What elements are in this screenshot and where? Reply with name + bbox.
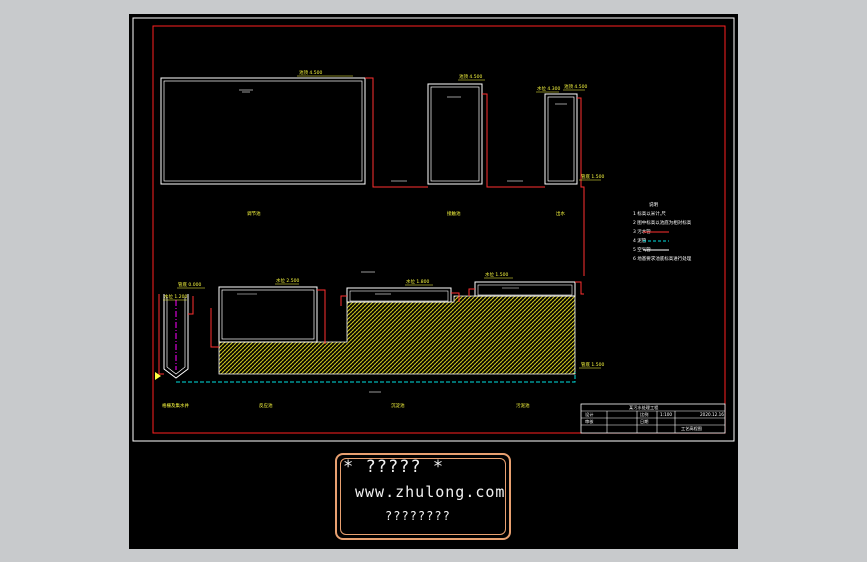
tb-check: 审核 bbox=[585, 418, 594, 425]
upper-name-1: 调节池 bbox=[247, 210, 261, 217]
upper-name-2: 接触池 bbox=[447, 210, 461, 217]
bottom-name-4: 污泥池 bbox=[516, 402, 530, 409]
watermark-url: www.zhulong.com bbox=[355, 483, 506, 501]
legend-item-2: 2 图中标高以池底为相对标高 bbox=[633, 219, 692, 226]
basin2-wl-label: 水位 1.800 bbox=[406, 278, 429, 285]
well-top-label: 管底 0.000 bbox=[178, 281, 201, 288]
pipe-end-label: 管底 1.500 bbox=[581, 173, 604, 180]
tank-2 bbox=[427, 83, 483, 185]
legend-title: 说明 bbox=[649, 201, 658, 208]
basin1-wl-label: 水位 2.500 bbox=[276, 277, 299, 284]
title-block: 某污水处理工程 设计 审核 比例 1:100 日期 2020.12.16 工艺高… bbox=[580, 403, 726, 434]
tank-3 bbox=[544, 93, 578, 185]
tb-scale: 1:100 bbox=[660, 412, 672, 417]
tb-design: 设计 bbox=[585, 411, 593, 418]
tank2-top-label: 池顶 4.500 bbox=[459, 73, 482, 80]
tank3-top-label: 池顶 4.500 bbox=[564, 83, 587, 90]
tank3-wl-label: 水位 4.300 bbox=[537, 85, 560, 92]
bottom-name-1: 格栅及集水井 bbox=[162, 402, 189, 409]
watermark-line-1: * ????? * bbox=[343, 457, 445, 477]
upper-pipes bbox=[365, 77, 585, 276]
basin3-wl-label: 水位 1.500 bbox=[485, 271, 508, 278]
upper-tanks bbox=[160, 77, 578, 185]
pipe-bottom-label: 管底 1.500 bbox=[581, 361, 604, 368]
bottom-name-2: 反应池 bbox=[259, 402, 273, 409]
bottom-name-3: 沉淀池 bbox=[391, 402, 405, 409]
tank-1 bbox=[160, 77, 366, 185]
tb-date: 2020.12.16 bbox=[700, 412, 724, 417]
well-wl-label: 水位 1.200 bbox=[164, 293, 187, 300]
tb-drawing: 工艺高程图 bbox=[681, 425, 702, 432]
tank1-top-label: 池顶 4.500 bbox=[299, 69, 322, 76]
legend: 说明 1 标高以米计,尺 2 图中标高以池底为相对标高 3 污水管 4 泥管 5… bbox=[633, 201, 692, 262]
upper-name-3: 出水 bbox=[556, 210, 565, 217]
watermark-line-3: ???????? bbox=[385, 509, 451, 523]
tb-project: 某污水处理工程 bbox=[629, 404, 659, 411]
legend-item-1: 1 标高以米计,尺 bbox=[633, 210, 666, 217]
watermark-box: * ????? * www.zhulong.com ???????? bbox=[335, 453, 511, 540]
legend-item-6: 6 地基要求池底标高进行处理 bbox=[633, 255, 692, 262]
tb-scale-label: 比例 bbox=[640, 411, 648, 418]
